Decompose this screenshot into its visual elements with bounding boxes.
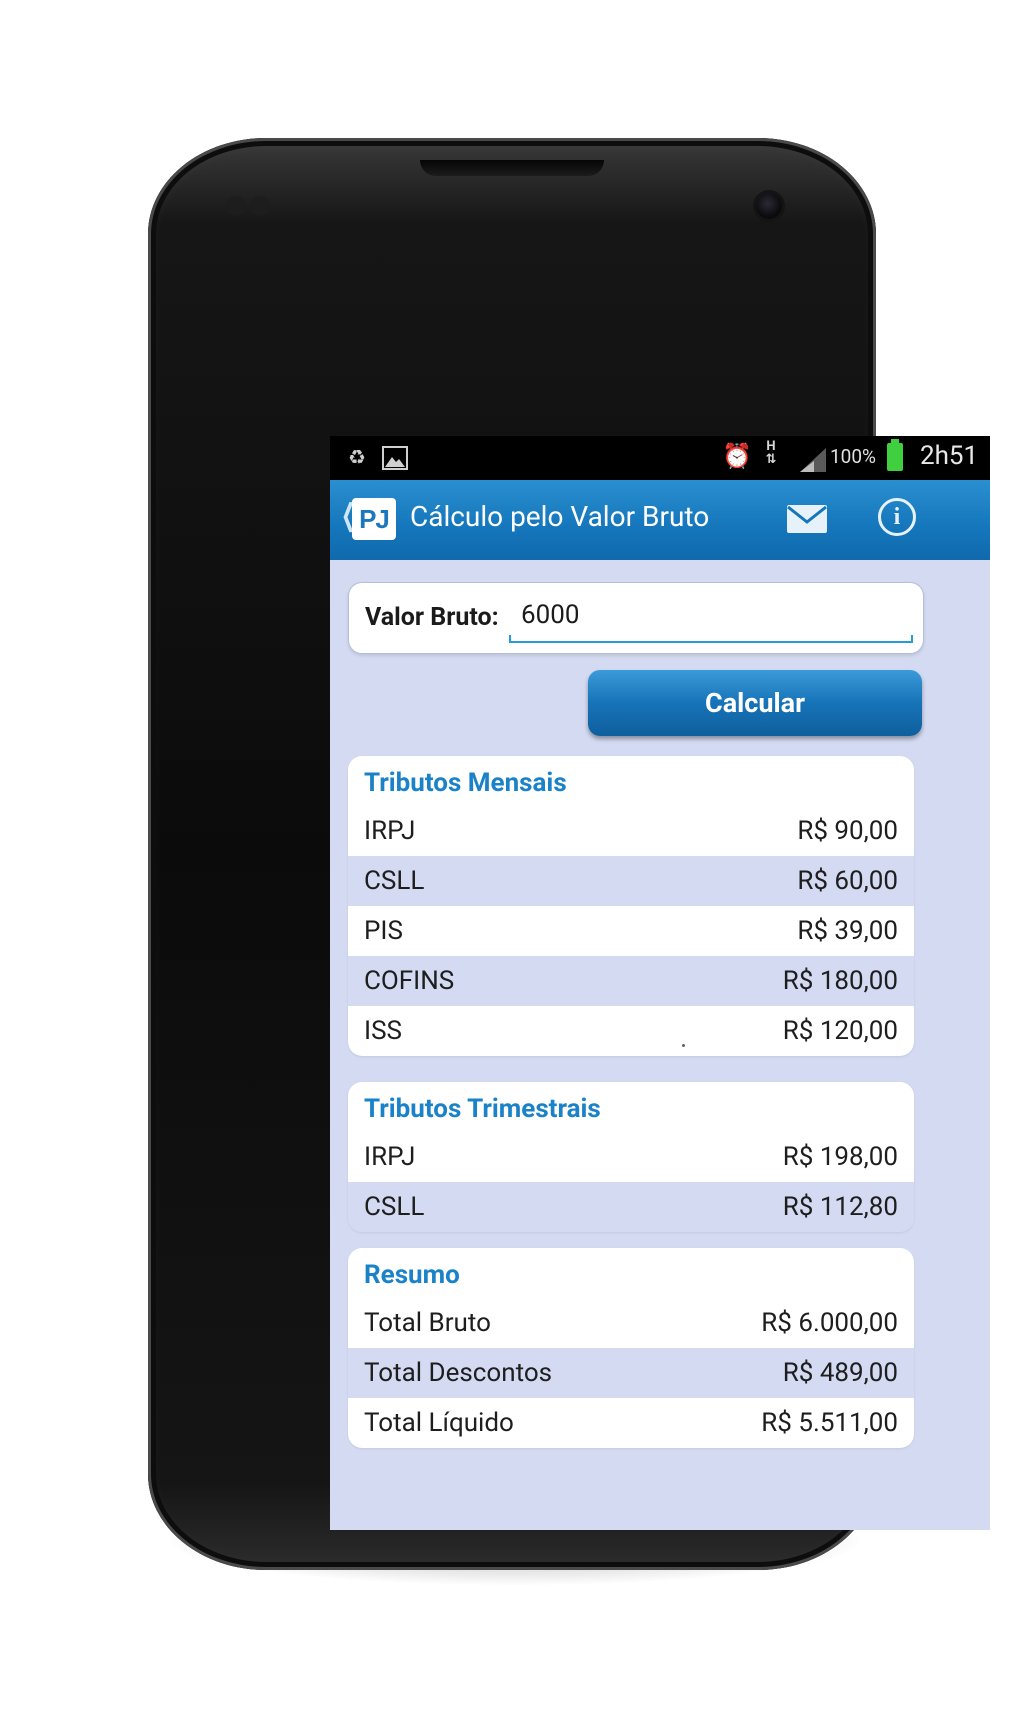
row-label: Total Bruto xyxy=(364,1308,491,1338)
screen-speck xyxy=(682,1044,685,1047)
section-tributos-trimestrais: Tributos Trimestrais IRPJ R$ 198,00 CSLL R… xyxy=(348,1082,914,1232)
clock: 2h51 xyxy=(920,441,979,471)
row-value: R$ 489,00 xyxy=(782,1358,898,1388)
screen: ♻ ⏰ H ⇅ 100% 2h51 ❮ PJ Cálculo pelo Valor… xyxy=(330,436,990,1530)
row-value: R$ 198,00 xyxy=(782,1142,898,1172)
list-item: Total Bruto R$ 6.000,00 xyxy=(348,1298,914,1348)
row-label: Total Descontos xyxy=(364,1358,553,1388)
phone-frame: ♻ ⏰ H ⇅ 100% 2h51 ❮ PJ Cálculo pelo Valor… xyxy=(148,138,990,1570)
row-value: R$ 120,00 xyxy=(782,1016,898,1046)
earpiece-speaker xyxy=(420,160,604,176)
row-label: CSLL xyxy=(364,866,425,896)
section-tributos-mensais: Tributos Mensais IRPJ R$ 90,00 CSLL R$ 60,… xyxy=(348,756,914,1056)
light-sensor xyxy=(250,196,270,216)
valor-bruto-label: Valor Bruto: xyxy=(365,603,499,632)
row-value: R$ 6.000,00 xyxy=(761,1308,898,1338)
row-value: R$ 112,80 xyxy=(782,1192,898,1222)
mail-icon[interactable] xyxy=(786,502,828,536)
list-item: Total Líquido R$ 5.511,00 xyxy=(348,1398,914,1448)
row-label: ISS xyxy=(364,1016,402,1046)
battery-icon xyxy=(887,439,903,471)
section-title: Tributos Trimestrais xyxy=(348,1082,914,1132)
row-value: R$ 5.511,00 xyxy=(761,1408,898,1438)
valor-bruto-card: Valor Bruto: xyxy=(348,582,924,654)
row-label: IRPJ xyxy=(364,1142,416,1172)
row-value: R$ 90,00 xyxy=(797,816,898,846)
list-item: CSLL R$ 60,00 xyxy=(348,856,914,906)
row-value: R$ 180,00 xyxy=(782,966,898,996)
input-underline xyxy=(509,635,913,643)
status-bar: ♻ ⏰ H ⇅ 100% 2h51 xyxy=(330,436,990,480)
row-label: CSLL xyxy=(364,1192,425,1222)
row-label: COFINS xyxy=(364,966,455,996)
info-icon[interactable]: i xyxy=(878,498,916,536)
page-title: Cálculo pelo Valor Bruto xyxy=(410,500,710,533)
app-logo[interactable]: PJ xyxy=(352,498,396,540)
network-type: H ⇅ xyxy=(765,439,777,467)
list-item: ISS R$ 120,00 xyxy=(348,1006,914,1056)
action-bar: ❮ PJ Cálculo pelo Valor Bruto i xyxy=(330,480,990,560)
signal-icon xyxy=(800,448,826,476)
section-title: Resumo xyxy=(348,1248,914,1298)
list-item: Total Descontos R$ 489,00 xyxy=(348,1348,914,1398)
row-label: IRPJ xyxy=(364,816,416,846)
row-value: R$ 39,00 xyxy=(797,916,898,946)
image-icon xyxy=(382,446,408,470)
front-camera xyxy=(756,193,782,219)
list-item: IRPJ R$ 90,00 xyxy=(348,806,914,856)
row-label: PIS xyxy=(364,916,403,946)
section-resumo: Resumo Total Bruto R$ 6.000,00 Total Desc… xyxy=(348,1248,914,1448)
battery-percent: 100% xyxy=(830,445,876,468)
list-item: PIS R$ 39,00 xyxy=(348,906,914,956)
list-item: CSLL R$ 112,80 xyxy=(348,1182,914,1232)
list-item: IRPJ R$ 198,00 xyxy=(348,1132,914,1182)
calcular-button[interactable]: Calcular xyxy=(588,670,922,736)
alarm-icon: ⏰ xyxy=(722,442,752,470)
section-title: Tributos Mensais xyxy=(348,756,914,806)
row-value: R$ 60,00 xyxy=(797,866,898,896)
proximity-sensor xyxy=(226,196,246,216)
recycle-icon: ♻ xyxy=(348,445,366,469)
list-item: COFINS R$ 180,00 xyxy=(348,956,914,1006)
valor-bruto-input[interactable] xyxy=(509,593,917,637)
row-label: Total Líquido xyxy=(364,1408,514,1438)
